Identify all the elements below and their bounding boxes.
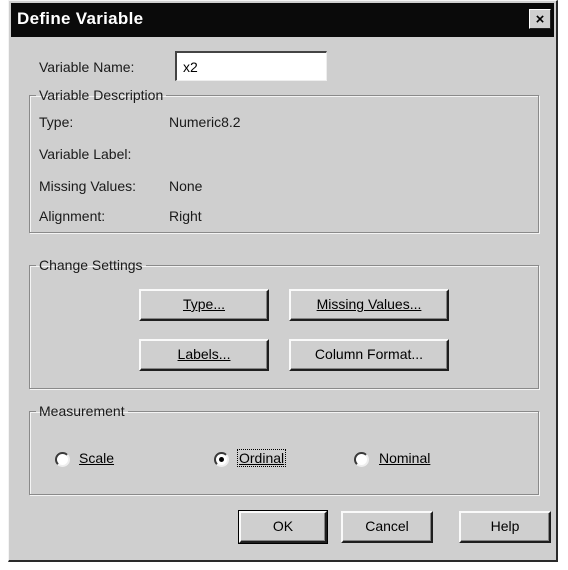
cancel-button-label: Cancel bbox=[365, 518, 409, 534]
type-button-label: Type... bbox=[182, 296, 226, 312]
scale-label-text: Scale bbox=[79, 450, 115, 466]
cancel-button[interactable]: Cancel bbox=[341, 511, 433, 543]
ordinal-radio-label[interactable]: Ordinal bbox=[237, 449, 287, 467]
missing-values-label: Missing Values: bbox=[39, 178, 137, 194]
type-value: Numeric8.2 bbox=[169, 114, 241, 130]
column-format-button-label: Column Format... bbox=[314, 346, 424, 362]
nominal-radio-label[interactable]: Nominal bbox=[379, 450, 430, 466]
measurement-legend: Measurement bbox=[39, 403, 125, 419]
scale-radio-label[interactable]: Scale bbox=[79, 450, 114, 466]
change-settings-legend: Change Settings bbox=[39, 257, 143, 273]
title-bar: Define Variable × bbox=[11, 3, 554, 37]
define-variable-dialog: Define Variable × Variable Name: Variabl… bbox=[8, 0, 558, 562]
ordinal-radio[interactable] bbox=[214, 452, 229, 467]
missing-values-button-label: Missing Values... bbox=[316, 296, 422, 312]
close-button[interactable]: × bbox=[529, 9, 551, 29]
variable-name-input[interactable] bbox=[175, 51, 327, 81]
labels-button[interactable]: Labels... bbox=[139, 339, 269, 371]
alignment-value: Right bbox=[169, 208, 202, 224]
dialog-title: Define Variable bbox=[17, 9, 144, 28]
nominal-label-text: Nominal bbox=[379, 450, 431, 466]
help-button[interactable]: Help bbox=[459, 511, 551, 543]
close-icon: × bbox=[535, 11, 545, 28]
missing-values-value: None bbox=[169, 178, 203, 194]
alignment-label: Alignment: bbox=[39, 208, 106, 224]
ordinal-label-text: Ordinal bbox=[237, 449, 287, 467]
labels-button-label: Labels... bbox=[177, 346, 231, 362]
column-format-button[interactable]: Column Format... bbox=[289, 339, 449, 371]
ok-button-label: OK bbox=[272, 518, 294, 534]
type-button[interactable]: Type... bbox=[139, 289, 269, 321]
change-settings-group: Change Settings bbox=[29, 257, 539, 389]
variable-name-label: Variable Name: bbox=[39, 59, 135, 75]
scale-radio[interactable] bbox=[55, 452, 70, 467]
help-button-label: Help bbox=[490, 518, 520, 534]
variable-description-legend: Variable Description bbox=[39, 87, 164, 103]
type-label: Type: bbox=[39, 114, 74, 130]
missing-values-button[interactable]: Missing Values... bbox=[289, 289, 449, 321]
variable-label-label: Variable Label: bbox=[39, 146, 132, 162]
nominal-radio[interactable] bbox=[354, 452, 369, 467]
ok-button[interactable]: OK bbox=[238, 510, 328, 544]
